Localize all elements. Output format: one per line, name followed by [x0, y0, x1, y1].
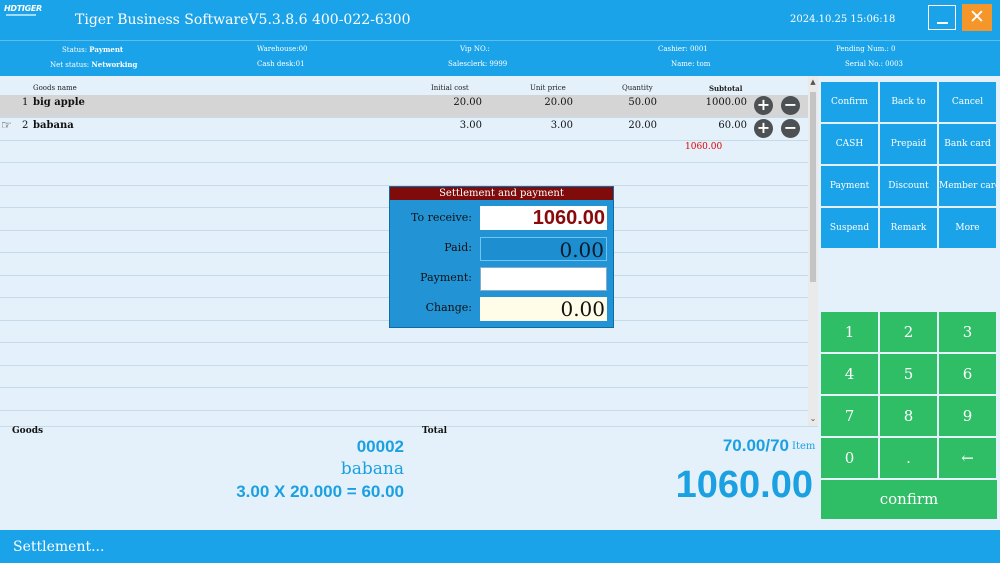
change-field: 0.00	[480, 297, 607, 321]
net-status-info: Net status: Networking	[50, 60, 138, 69]
to-receive-label: To receive:	[411, 211, 472, 224]
col-unit-price: Unit price	[530, 84, 566, 92]
paid-field: 0.00	[480, 237, 607, 261]
close-button[interactable]: ✕	[962, 4, 992, 31]
key-7[interactable]: 7	[821, 396, 878, 436]
total-label: Total	[422, 426, 448, 436]
plus-button[interactable]: +	[754, 96, 773, 115]
key-dot[interactable]: .	[880, 438, 937, 478]
key-9[interactable]: 9	[939, 396, 996, 436]
item-count: 70.00/70	[722, 436, 789, 455]
key-4[interactable]: 4	[821, 354, 878, 394]
row-goods-name: babana	[33, 120, 74, 131]
item-count-unit: Item	[792, 441, 816, 452]
prepaid-button[interactable]: Prepaid	[880, 124, 937, 164]
col-subtotal: Subtotal	[709, 84, 743, 93]
row-subtotal: 1000.00	[705, 97, 747, 108]
remark-button[interactable]: Remark	[880, 208, 937, 248]
key-6[interactable]: 6	[939, 354, 996, 394]
row-goods-name: big apple	[33, 97, 85, 108]
key-2[interactable]: 2	[880, 312, 937, 352]
dialog-title: Settlement and payment	[390, 187, 613, 200]
suspend-button[interactable]: Suspend	[821, 208, 878, 248]
row-quantity: 50.00	[628, 97, 657, 108]
plus-icon: +	[756, 118, 771, 137]
member-card-button[interactable]: Member card	[939, 166, 996, 206]
name-info: Name: tom	[671, 60, 711, 68]
close-icon: ✕	[969, 6, 985, 28]
discount-button[interactable]: Discount	[880, 166, 937, 206]
scroll-thumb[interactable]	[810, 92, 816, 282]
row-subtotal: 60.00	[718, 120, 747, 131]
minimize-button[interactable]	[928, 5, 956, 30]
col-goods-name: Goods name	[33, 84, 77, 92]
payment-label: Payment:	[420, 271, 472, 284]
plus-icon: +	[756, 95, 771, 114]
cashier-info: Cashier: 0001	[658, 45, 708, 53]
back-to-button[interactable]: Back to	[880, 82, 937, 122]
status-text: Settlement...	[13, 539, 105, 555]
item-code: 00002	[356, 437, 404, 456]
item-calculation: 3.00 X 20.000 = 60.00	[236, 482, 404, 501]
confirm-button[interactable]: confirm	[821, 480, 997, 519]
status-info: Status: Payment	[62, 45, 124, 54]
key-1[interactable]: 1	[821, 312, 878, 352]
key-8[interactable]: 8	[880, 396, 937, 436]
cash-desk-info: Cash desk:01	[257, 60, 305, 68]
row-unit-price: 20.00	[544, 97, 573, 108]
row-number: 1	[22, 97, 29, 108]
warehouse-info: Warehouse:00	[257, 45, 308, 53]
key-3[interactable]: 3	[939, 312, 996, 352]
key-0[interactable]: 0	[821, 438, 878, 478]
minus-button[interactable]: −	[781, 119, 800, 138]
datetime: 2024.10.25 15:06:18	[790, 14, 896, 25]
grand-total: 1060.00	[675, 464, 813, 506]
payment-button[interactable]: Payment	[821, 166, 878, 206]
plus-button[interactable]: +	[754, 119, 773, 138]
key-5[interactable]: 5	[880, 354, 937, 394]
backspace-icon[interactable]: ←	[939, 438, 996, 478]
minus-button[interactable]: −	[781, 96, 800, 115]
salesclerk-info: Salesclerk: 9999	[448, 60, 508, 68]
cancel-button[interactable]: Cancel	[939, 82, 996, 122]
row-initial-cost: 20.00	[453, 97, 482, 108]
col-quantity: Quantity	[622, 84, 653, 92]
minus-icon: −	[783, 118, 798, 137]
bank-card-button[interactable]: Bank card	[939, 124, 996, 164]
row-quantity: 20.00	[628, 120, 657, 131]
change-label: Change:	[425, 301, 472, 314]
minimize-icon	[937, 22, 948, 24]
status-bar	[0, 530, 1000, 563]
row-number: 2	[22, 120, 29, 131]
more-button[interactable]: More	[939, 208, 996, 248]
logo-underline	[6, 14, 36, 16]
col-initial-cost: Initial cost	[431, 84, 469, 92]
cash-button[interactable]: CASH	[821, 124, 878, 164]
payment-input[interactable]	[480, 267, 607, 291]
item-name: babana	[340, 459, 404, 479]
to-receive-field: 1060.00	[480, 206, 607, 230]
serial-info: Serial No.: 0003	[845, 60, 903, 68]
paid-label: Paid:	[444, 241, 472, 254]
pending-info: Pending Num.: 0	[836, 45, 896, 53]
goods-label: Goods	[12, 426, 44, 436]
scroll-up-icon[interactable]: ▲	[808, 78, 818, 86]
table-total: 1060.00	[685, 142, 723, 152]
row-unit-price: 3.00	[550, 120, 573, 131]
row-initial-cost: 3.00	[459, 120, 482, 131]
pointer-icon: ☞	[1, 118, 12, 132]
vip-info: Vip NO.:	[460, 45, 490, 53]
minus-icon: −	[783, 95, 798, 114]
app-title: Tiger Business SoftwareV5.3.8.6 400-022-…	[75, 12, 411, 28]
scroll-down-icon[interactable]: ⌄	[808, 414, 818, 423]
confirm-function-button[interactable]: Confirm	[821, 82, 878, 122]
